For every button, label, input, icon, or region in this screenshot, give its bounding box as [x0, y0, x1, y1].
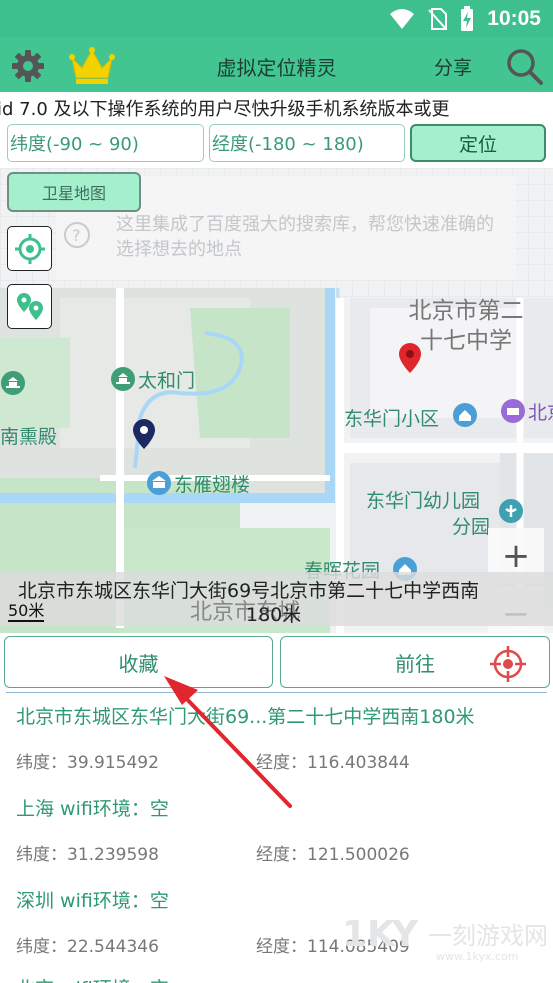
- satellite-map-button[interactable]: 卫星地图: [7, 172, 141, 212]
- community-poi-icon: [453, 403, 477, 427]
- search-hint-text: 这里集成了百度强大的搜索库，帮您快速准确的选择想去的地点: [116, 214, 494, 260]
- list-item-lat: 纬度：31.239598: [16, 845, 159, 865]
- app-bar: 虚拟定位精灵 分享: [0, 38, 553, 92]
- no-sim-icon: [428, 8, 448, 30]
- palace-poi-icon: [1, 371, 25, 395]
- double-pin-icon: [16, 292, 43, 320]
- map-label-kindergarten-branch: 分园: [452, 516, 491, 538]
- status-bar: 10:05: [0, 0, 553, 38]
- list-item-title[interactable]: 北京市东城区东华门大街69...第二十七中学西南180米: [16, 702, 475, 729]
- building-poi-icon: [147, 471, 171, 495]
- list-item-lat: 纬度：22.544346: [16, 937, 159, 957]
- map-pin-navy-icon: [133, 419, 155, 449]
- svg-text:1K: 1K: [342, 914, 396, 952]
- map-label-nanxundian: 南熏殿: [0, 426, 58, 448]
- list-item-lng: 经度：116.403844: [256, 753, 410, 773]
- search-icon[interactable]: [504, 46, 544, 86]
- map-scale: 50米: [8, 601, 45, 622]
- status-icons: 10:05: [389, 6, 541, 32]
- map-label-donghuamen-xiaoqu: 东华门小区: [344, 408, 440, 430]
- map-label-dongyan: 东雁翅楼: [174, 474, 251, 496]
- watermark-url: www.1kyx.com: [436, 950, 519, 963]
- map-pin-red-icon: [399, 343, 421, 373]
- multi-location-button[interactable]: [7, 284, 52, 329]
- list-item-title[interactable]: 上海 wifi环境：空: [16, 794, 169, 821]
- wifi-icon: [390, 9, 415, 29]
- map-label-kindergarten: 东华门幼儿园: [366, 490, 481, 512]
- svg-text:Y: Y: [391, 914, 419, 952]
- svg-text:?: ?: [72, 226, 81, 245]
- map-label-taihemen: 太和门: [138, 370, 196, 392]
- my-location-button[interactable]: [7, 226, 52, 271]
- list-item-lng: 经度：121.500026: [256, 845, 410, 865]
- palace-poi-icon: [111, 367, 135, 391]
- list-item-lat: 纬度：39.915492: [16, 753, 159, 773]
- coordinate-row: 纬度(-90 ~ 90) 经度(-180 ~ 180) 定位: [0, 124, 553, 164]
- address-distance: 180米: [246, 604, 302, 626]
- latitude-input[interactable]: 纬度(-90 ~ 90): [7, 124, 204, 162]
- site-watermark: 1K Y 一刻游戏网 www.1kyx.com: [340, 908, 553, 983]
- crosshair-icon: [14, 233, 45, 264]
- target-icon[interactable]: [490, 646, 526, 682]
- notice-text: oid 7.0 及以下操作系统的用户尽快升级手机系统版本或更: [0, 99, 450, 120]
- map-label-beijing-right: 北京: [528, 402, 553, 424]
- school-poi-icon: [499, 499, 523, 523]
- battery-charging-icon: [461, 6, 474, 31]
- divider: [6, 692, 547, 693]
- list-item-title[interactable]: 北京 wifi环境：空: [16, 974, 169, 983]
- hotel-poi-icon: [501, 399, 525, 423]
- collect-button[interactable]: 收藏: [4, 636, 273, 688]
- map-view[interactable]: ? 这里集成了百度强大的搜索库，帮您快速准确的选择想去的地点 卫星地图 太和门 …: [0, 168, 553, 633]
- watermark-brand: 一刻游戏网: [428, 922, 548, 950]
- notice-marquee: oid 7.0 及以下操作系统的用户尽快升级手机系统版本或更: [0, 94, 553, 120]
- location-hint-icon: ?: [64, 222, 90, 248]
- longitude-input[interactable]: 经度(-180 ~ 180): [209, 124, 405, 162]
- address-banner: 北京市东城区东华门大街69号北京市第二十七中学西南 北京市东城 180米: [0, 572, 553, 626]
- share-button[interactable]: 分享: [434, 53, 472, 80]
- status-time: 10:05: [487, 7, 541, 30]
- watermark-logo-icon: 1K Y: [342, 914, 419, 952]
- list-item-title[interactable]: 深圳 wifi环境：空: [16, 886, 169, 913]
- locate-button[interactable]: 定位: [410, 124, 546, 162]
